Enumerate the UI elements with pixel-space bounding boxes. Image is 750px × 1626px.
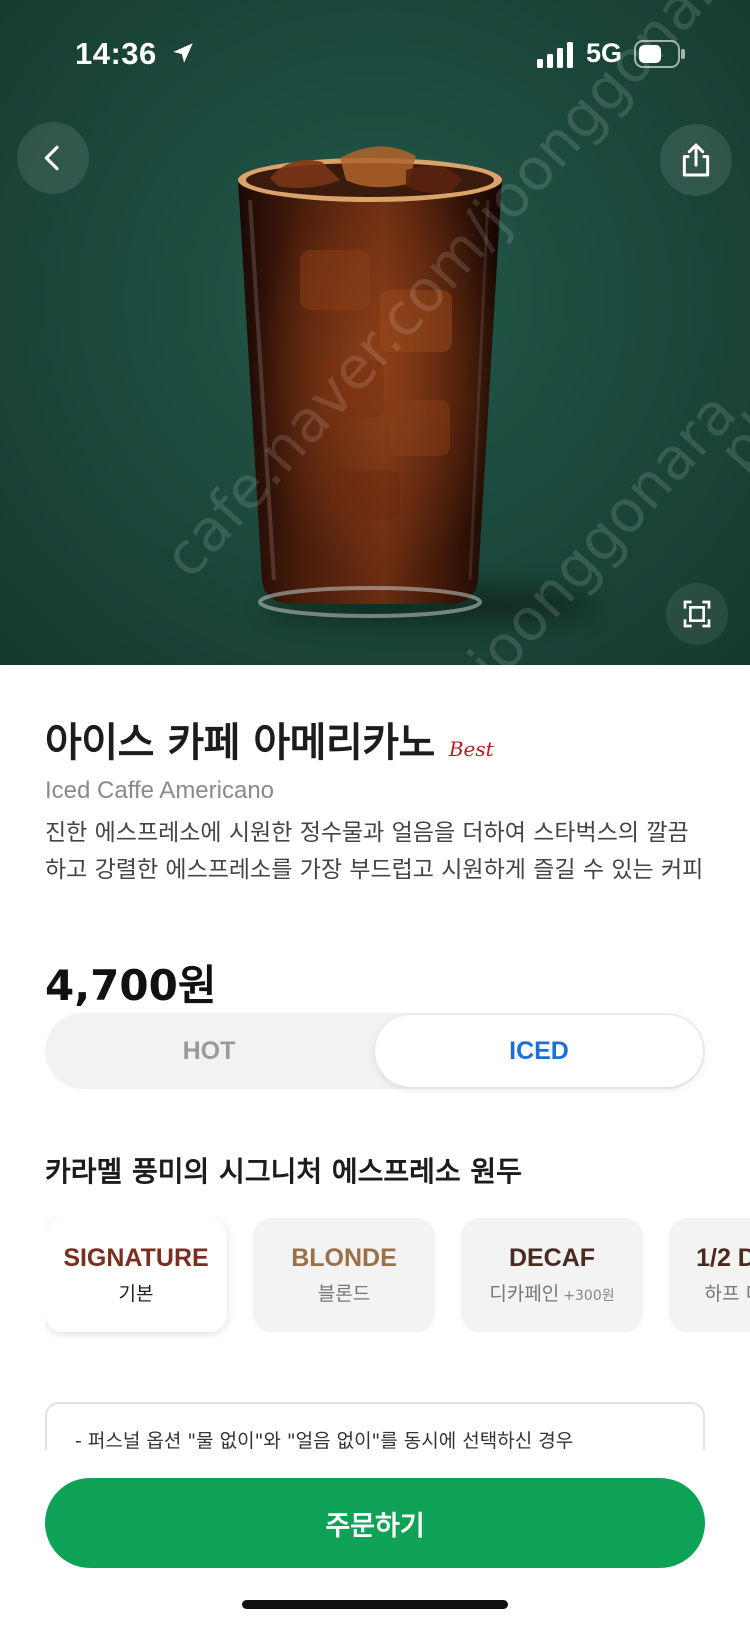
bean-sub-label: 기본 bbox=[118, 1283, 154, 1305]
best-badge: Best bbox=[448, 737, 494, 761]
product-english-name: Iced Caffe Americano bbox=[45, 777, 275, 804]
bean-name: SIGNATURE bbox=[63, 1244, 209, 1272]
order-button[interactable]: 주문하기 bbox=[45, 1478, 705, 1568]
back-button[interactable] bbox=[17, 122, 89, 194]
product-price: 4,700원 bbox=[45, 961, 217, 1010]
battery-icon bbox=[634, 40, 685, 68]
bean-section-title: 카라멜 풍미의 시그니처 에스프레소 원두 bbox=[45, 1155, 522, 1188]
bean-sub-label: 하프 디카페인 bbox=[704, 1283, 750, 1305]
status-time: 14:36 bbox=[75, 36, 157, 71]
status-bar: 14:36 5G bbox=[0, 0, 750, 110]
product-name: 아이스 카페 아메리카노 bbox=[45, 720, 435, 766]
title-row: 아이스 카페 아메리카노 Best bbox=[45, 710, 494, 768]
product-description: 진한 에스프레소에 시원한 정수물과 얼음을 더하여 스타벅스의 깔끔하고 강렬… bbox=[45, 820, 704, 883]
home-indicator bbox=[242, 1600, 508, 1609]
location-arrow-icon bbox=[173, 43, 193, 63]
bean-option-decaf[interactable]: DECAF 디카페인 +300원 bbox=[461, 1218, 643, 1332]
share-icon bbox=[682, 143, 710, 177]
bottom-order-bar: 주문하기 bbox=[0, 1450, 750, 1626]
bean-option-blonde[interactable]: BLONDE 블론드 bbox=[253, 1218, 435, 1332]
product-hero-image: cafe.naver.com/joonggonara joonggonara p… bbox=[0, 0, 750, 665]
temperature-toggle: HOT ICED bbox=[45, 1013, 705, 1089]
notice-text: - 퍼스널 옵션 "물 없이"와 "얼음 없이"를 동시에 선택하신 경우 bbox=[75, 1430, 574, 1452]
bean-sub-row: 디카페인 +300원 bbox=[489, 1279, 614, 1306]
bean-option-signature[interactable]: SIGNATURE 기본 bbox=[45, 1218, 227, 1332]
bean-extra-price: +300원 bbox=[563, 1288, 615, 1304]
temp-option-hot[interactable]: HOT bbox=[45, 1013, 373, 1089]
expand-icon bbox=[683, 600, 711, 628]
network-type: 5G bbox=[586, 38, 623, 68]
bean-name: DECAF bbox=[508, 1244, 596, 1272]
signal-icon bbox=[537, 42, 573, 68]
bean-sub-label: 블론드 bbox=[317, 1283, 371, 1305]
bean-sub-label: 디카페인 bbox=[489, 1283, 560, 1305]
bean-options: SIGNATURE 기본 BLONDE 블론드 DECAF 디카페인 +300원 … bbox=[45, 1218, 750, 1338]
back-chevron-icon bbox=[44, 145, 59, 171]
bean-option-half-decaf[interactable]: 1/2 DECAF 하프 디카페인 bbox=[669, 1218, 750, 1332]
bean-name: BLONDE bbox=[291, 1244, 397, 1272]
share-button[interactable] bbox=[660, 124, 732, 196]
bean-name: 1/2 DECAF bbox=[696, 1244, 750, 1272]
temp-option-iced[interactable]: ICED bbox=[375, 1015, 703, 1087]
expand-image-button[interactable] bbox=[666, 583, 728, 645]
